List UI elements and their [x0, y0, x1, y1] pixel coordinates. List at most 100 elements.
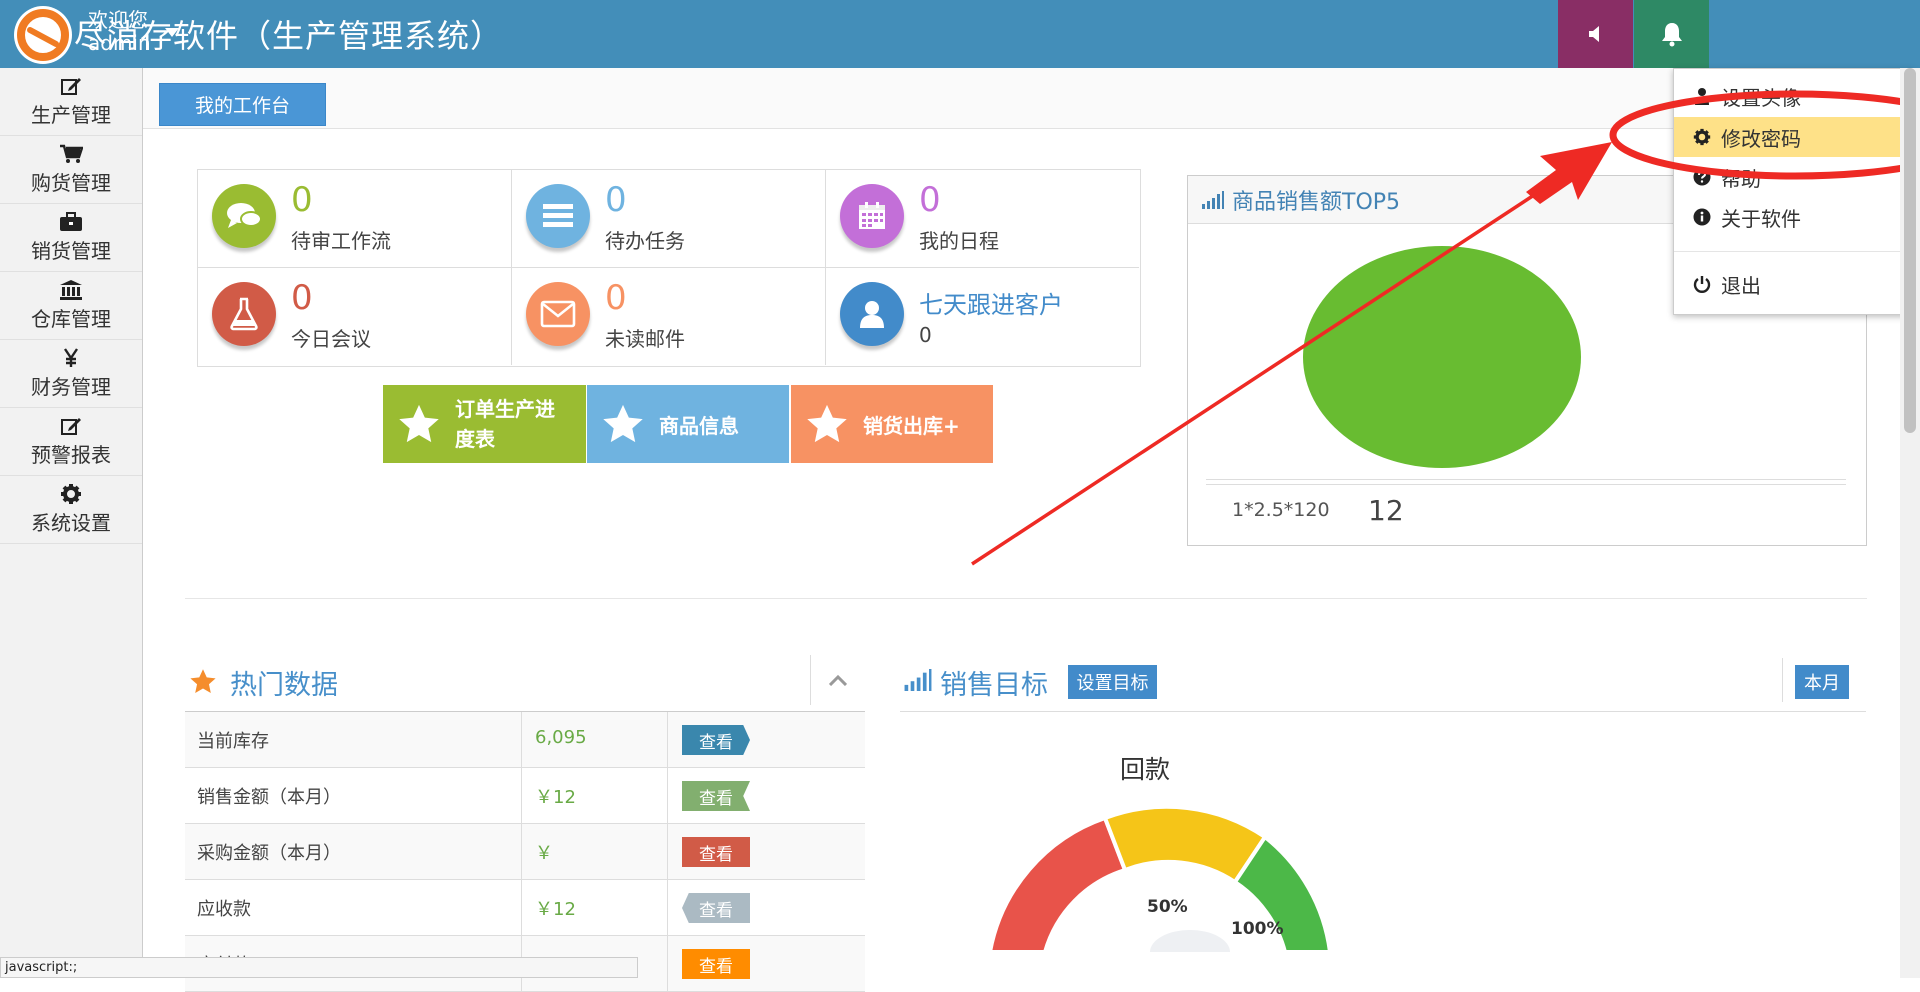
menu-item-label: 修改密码 — [1721, 126, 1801, 151]
bank-icon — [59, 279, 83, 301]
star-icon — [189, 668, 217, 695]
pending-workflow-count: 0 — [291, 180, 313, 220]
sidebar-item-label: 预警报表 — [31, 443, 111, 467]
top5-title: 商品销售额TOP5 — [1232, 189, 1401, 215]
order-progress-shortcut[interactable]: 订单生产进度表 — [383, 385, 586, 463]
comments-icon — [212, 184, 276, 248]
flask-icon — [212, 282, 276, 346]
today-meetings-label: 今日会议 — [291, 327, 371, 351]
unread-mail-label: 未读邮件 — [605, 327, 685, 351]
avatar — [14, 6, 72, 64]
infobox-grid: 0 待审工作流 0 待办任务 0 我的日程 0 今日会议 0 未读邮件 七天跟进… — [197, 169, 1141, 367]
sidebar-item-settings[interactable]: 系统设置 — [0, 476, 142, 544]
star-icon — [397, 403, 441, 445]
edit-icon — [60, 415, 82, 437]
infobox-unread-mail[interactable]: 0 未读邮件 — [512, 268, 826, 365]
sidebar-item-production[interactable]: 生产管理 — [0, 68, 142, 136]
table-row: 采购金额（本月） ￥ 查看 — [185, 824, 865, 880]
table-row: 应收款 ￥12 查看 — [185, 880, 865, 936]
table-row: 销售金额（本月） ￥12 查看 — [185, 768, 865, 824]
sidebar-item-finance[interactable]: 财务管理 — [0, 340, 142, 408]
row-name: 当前库存 — [197, 731, 269, 752]
menu-item-logout[interactable]: 退出 — [1674, 264, 1914, 304]
follow-customers-count: 0 — [919, 323, 932, 347]
vertical-scrollbar[interactable] — [1900, 68, 1920, 978]
gear-icon — [60, 483, 82, 505]
order-progress-label: 订单生产进度表 — [455, 397, 555, 451]
set-target-button[interactable]: 设置目标 — [1068, 665, 1157, 699]
hot-data-header: 热门数据 — [185, 655, 865, 712]
row-name: 应收款 — [197, 899, 251, 920]
sales-target-header: 销售目标 设置目标 本月 — [900, 655, 1866, 712]
my-schedule-count: 0 — [919, 180, 941, 220]
collapse-button[interactable] — [810, 655, 865, 705]
row-name: 采购金额（本月） — [197, 843, 341, 864]
view-button[interactable]: 查看 — [682, 949, 750, 979]
sales-target-panel: 销售目标 设置目标 本月 回款 50% 100% — [900, 655, 1866, 952]
gauge-band-red — [987, 815, 1128, 952]
pie-slice — [1303, 246, 1581, 468]
envelope-icon — [526, 282, 590, 346]
sidebar-item-label: 生产管理 — [31, 103, 111, 127]
volume-icon — [1586, 24, 1606, 44]
notifications-button[interactable] — [1634, 0, 1709, 68]
view-button[interactable]: 查看 — [682, 781, 750, 811]
menu-item-help[interactable]: 帮助 — [1674, 157, 1914, 197]
infobox-pending-workflow[interactable]: 0 待审工作流 — [198, 170, 512, 268]
sidebar-item-purchase[interactable]: 购货管理 — [0, 136, 142, 204]
star-icon — [601, 403, 645, 445]
table-row: 当前库存 6,095 查看 — [185, 712, 865, 768]
sidebar-item-warehouse[interactable]: 仓库管理 — [0, 272, 142, 340]
row-name: 销售金额（本月） — [197, 787, 341, 808]
menu-item-label: 设置头像 — [1721, 85, 1801, 110]
sidebar-item-label: 仓库管理 — [31, 307, 111, 331]
infobox-today-meetings[interactable]: 0 今日会议 — [198, 268, 512, 365]
menu-item-about[interactable]: 关于软件 — [1674, 197, 1914, 237]
view-button[interactable]: 查看 — [682, 893, 750, 923]
volume-button[interactable] — [1558, 0, 1633, 68]
menu-item-set-avatar[interactable]: 设置头像 — [1674, 76, 1914, 116]
power-icon — [1691, 275, 1713, 293]
menu-item-label: 关于软件 — [1721, 206, 1801, 231]
my-schedule-label: 我的日程 — [919, 229, 999, 253]
hot-data-panel: 热门数据 当前库存 6,095 查看 销售金额（本月） ￥12 查看 采购金额（… — [185, 655, 865, 992]
star-icon — [805, 403, 849, 445]
top-navbar: 尽消存软件（生产管理系统） 欢迎您, admin — [0, 0, 1920, 68]
sales-out-shortcut[interactable]: 销货出库+ — [791, 385, 993, 463]
briefcase-icon — [59, 211, 83, 233]
sales-target-title: 销售目标 — [940, 670, 1048, 701]
caret-down-icon — [165, 28, 179, 37]
sales-out-label: 销货出库+ — [863, 413, 960, 438]
pending-workflow-label: 待审工作流 — [291, 229, 391, 253]
infobox-follow-customers[interactable]: 七天跟进客户 0 — [826, 268, 1139, 365]
menu-item-label: 退出 — [1721, 273, 1761, 298]
view-button[interactable]: 查看 — [682, 837, 750, 867]
sidebar-item-sales[interactable]: 销货管理 — [0, 204, 142, 272]
user-dropdown-menu: 设置头像 修改密码 帮助 关于软件 退出 — [1673, 68, 1915, 315]
follow-customers-title[interactable]: 七天跟进客户 — [919, 285, 1063, 320]
top5-legend-label: 1*2.5*120 — [1232, 499, 1330, 521]
tab-workbench[interactable]: 我的工作台 — [159, 83, 326, 126]
menu-item-change-password[interactable]: 修改密码 — [1674, 117, 1914, 157]
list-icon — [526, 184, 590, 248]
infobox-my-schedule[interactable]: 0 我的日程 — [826, 170, 1139, 268]
sidebar-item-label: 购货管理 — [31, 171, 111, 195]
period-month-button[interactable]: 本月 — [1795, 665, 1849, 699]
sidebar-item-label: 系统设置 — [31, 511, 111, 535]
infobox-todo-tasks[interactable]: 0 待办任务 — [512, 170, 826, 268]
sidebar: 生产管理 购货管理 销货管理 仓库管理 财务管理 预警报表 系统设置 — [0, 68, 143, 978]
menu-divider — [1674, 251, 1914, 252]
goods-info-shortcut[interactable]: 商品信息 — [587, 385, 789, 463]
gauge-tick-label: 50% — [1147, 897, 1188, 917]
scrollbar-thumb[interactable] — [1904, 68, 1916, 433]
todo-tasks-count: 0 — [605, 180, 627, 220]
gauge-tick-label: 100% — [1231, 919, 1284, 939]
signal-icon — [904, 669, 932, 691]
gear-icon — [1691, 128, 1713, 146]
edit-icon — [60, 75, 82, 97]
info-icon — [1691, 208, 1713, 226]
shopping-cart-icon — [59, 143, 83, 165]
view-button[interactable]: 查看 — [682, 725, 750, 755]
row-value: ￥12 — [535, 899, 576, 920]
sidebar-item-alert-reports[interactable]: 预警报表 — [0, 408, 142, 476]
